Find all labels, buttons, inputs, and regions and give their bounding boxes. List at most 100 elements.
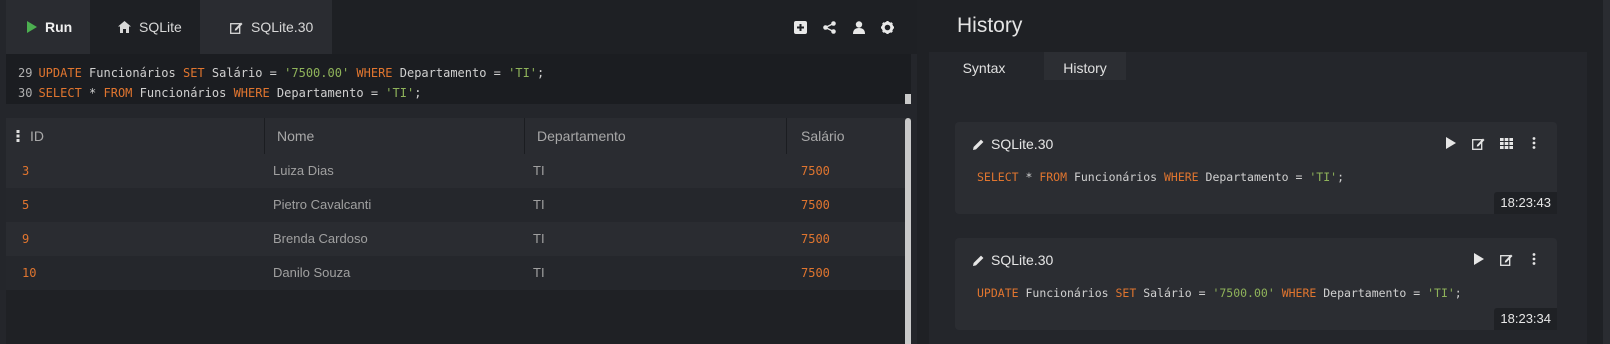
table-icon[interactable] (1499, 136, 1513, 150)
history-entry-title: SQLite.30 (973, 252, 1053, 268)
plus-square-icon[interactable] (793, 20, 808, 35)
column-menu-icon[interactable] (16, 130, 20, 142)
cell-nome: Danilo Souza (273, 265, 351, 280)
cell-id: 3 (22, 164, 30, 178)
column-header-label: ID (30, 128, 44, 144)
more-vertical-icon[interactable] (1527, 136, 1541, 150)
table-row[interactable]: 9 Brenda Cardoso TI 7500 (6, 222, 911, 256)
sql-keyword: SET (182, 66, 205, 80)
table-row[interactable]: 5 Pietro Cavalcanti TI 7500 (6, 188, 911, 222)
sql-keyword: UPDATE (38, 66, 82, 80)
pencil-icon (973, 255, 984, 266)
share-icon[interactable] (822, 20, 837, 35)
sql-text: * (1018, 170, 1040, 184)
code-line: 30 SELECT * FROM Funcionários WHERE Depar… (6, 83, 911, 103)
cell-nome: Pietro Cavalcanti (273, 197, 372, 212)
cell-salario: 7500 (801, 232, 830, 246)
sql-editor[interactable]: 29 UPDATE Funcionários SET Salário = '750… (6, 54, 911, 104)
edit-icon (230, 21, 243, 34)
tab-sqlite-30[interactable]: SQLite.30 (200, 0, 332, 54)
edit-icon[interactable] (1499, 252, 1513, 266)
gear-icon[interactable] (880, 20, 895, 35)
cell-departamento: TI (533, 197, 545, 212)
tab-sqlite-label: SQLite (139, 19, 182, 35)
run-label: Run (45, 19, 73, 35)
editor-pane: Run SQLite SQLite.30 29 UPDATE Funcionár… (0, 0, 917, 344)
sql-text: ; (1337, 170, 1345, 184)
sql-text: Funcionários (81, 66, 183, 80)
sql-text: ; (537, 66, 545, 80)
user-icon[interactable] (851, 20, 866, 35)
sql-keyword: SET (1115, 286, 1137, 300)
app-root: Run SQLite SQLite.30 29 UPDATE Funcionár… (0, 0, 1610, 344)
history-tabs: Syntax History (929, 52, 1587, 80)
sql-text: Funcionários (1018, 286, 1116, 300)
sql-text: Funcionários (132, 86, 234, 100)
sql-string: 'TI' (385, 86, 415, 100)
sql-text: Funcionários (1067, 170, 1164, 184)
history-scrollbar[interactable] (1603, 0, 1610, 344)
sql-text: Departamento = (392, 66, 509, 80)
table-row[interactable]: 3 Luiza Dias TI 7500 (6, 154, 911, 188)
sql-text: Salário = (1136, 286, 1213, 300)
sql-string: '7500.00' (284, 66, 350, 80)
line-number: 29 (18, 66, 33, 80)
history-entry-time: 18:23:43 (1494, 192, 1557, 214)
history-entry[interactable]: SQLite.30 UPDATE Funcionários SET Salári… (955, 238, 1557, 330)
history-title: History (957, 14, 1023, 37)
tab-sqlite[interactable]: SQLite (90, 0, 198, 54)
column-header-departamento[interactable]: Departamento (525, 118, 787, 154)
table-header: ID Nome Departamento Salário (6, 118, 911, 154)
sql-text: Departamento = (1198, 170, 1310, 184)
history-entry-actions (1443, 136, 1541, 150)
sql-keyword: WHERE (356, 66, 393, 80)
sql-keyword: SELECT (977, 170, 1019, 184)
run-button[interactable]: Run (6, 0, 90, 54)
line-number: 30 (18, 86, 33, 100)
history-entry-sql: SELECT * FROM Funcionários WHERE Departa… (977, 170, 1344, 184)
column-header-salario[interactable]: Salário (787, 118, 911, 154)
editor-scrollbar[interactable] (905, 94, 911, 104)
sql-string: '7500.00' (1212, 286, 1275, 300)
sql-keyword: FROM (1039, 170, 1068, 184)
sql-string: 'TI' (1427, 286, 1455, 300)
sql-keyword: FROM (103, 86, 133, 100)
play-icon[interactable] (1471, 252, 1485, 266)
edit-icon[interactable] (1471, 136, 1485, 150)
history-entry-title: SQLite.30 (973, 136, 1053, 152)
toolbar: Run SQLite SQLite.30 (6, 0, 917, 54)
history-entry[interactable]: SQLite.30 SELECT * FROM Funcionários WHE… (955, 122, 1557, 214)
cell-salario: 7500 (801, 164, 830, 178)
sql-keyword: WHERE (1281, 286, 1317, 300)
sql-text: * (81, 86, 104, 100)
column-header-id[interactable]: ID (6, 118, 265, 154)
history-entry-name: SQLite.30 (991, 252, 1054, 268)
history-entry-actions (1471, 252, 1541, 266)
sql-string: 'TI' (1309, 170, 1338, 184)
cell-departamento: TI (533, 231, 545, 246)
sql-keyword: SELECT (38, 86, 82, 100)
tab-history[interactable]: History (1044, 52, 1126, 80)
results-scrollbar[interactable] (905, 118, 911, 344)
history-pane: History Syntax History SQLite.30 SELECT … (917, 0, 1610, 344)
pencil-icon (973, 139, 984, 150)
cell-id: 9 (22, 232, 30, 246)
tab-syntax[interactable]: Syntax (929, 52, 1039, 80)
cell-nome: Luiza Dias (273, 163, 334, 178)
play-icon[interactable] (1443, 136, 1457, 150)
sql-text: ; (414, 86, 422, 100)
cell-id: 5 (22, 198, 30, 212)
toolbar-actions (793, 20, 895, 35)
table-row[interactable]: 10 Danilo Souza TI 7500 (6, 256, 911, 290)
history-entry-name: SQLite.30 (991, 136, 1054, 152)
more-vertical-icon[interactable] (1527, 252, 1541, 266)
sql-keyword: UPDATE (977, 286, 1019, 300)
sql-keyword: WHERE (1163, 170, 1199, 184)
sql-text: Salário = (204, 66, 285, 80)
column-header-nome[interactable]: Nome (265, 118, 525, 154)
sql-string: 'TI' (508, 66, 538, 80)
sql-text: Departamento = (269, 86, 386, 100)
history-entry-sql: UPDATE Funcionários SET Salário = '7500.… (977, 286, 1462, 300)
cell-salario: 7500 (801, 266, 830, 280)
